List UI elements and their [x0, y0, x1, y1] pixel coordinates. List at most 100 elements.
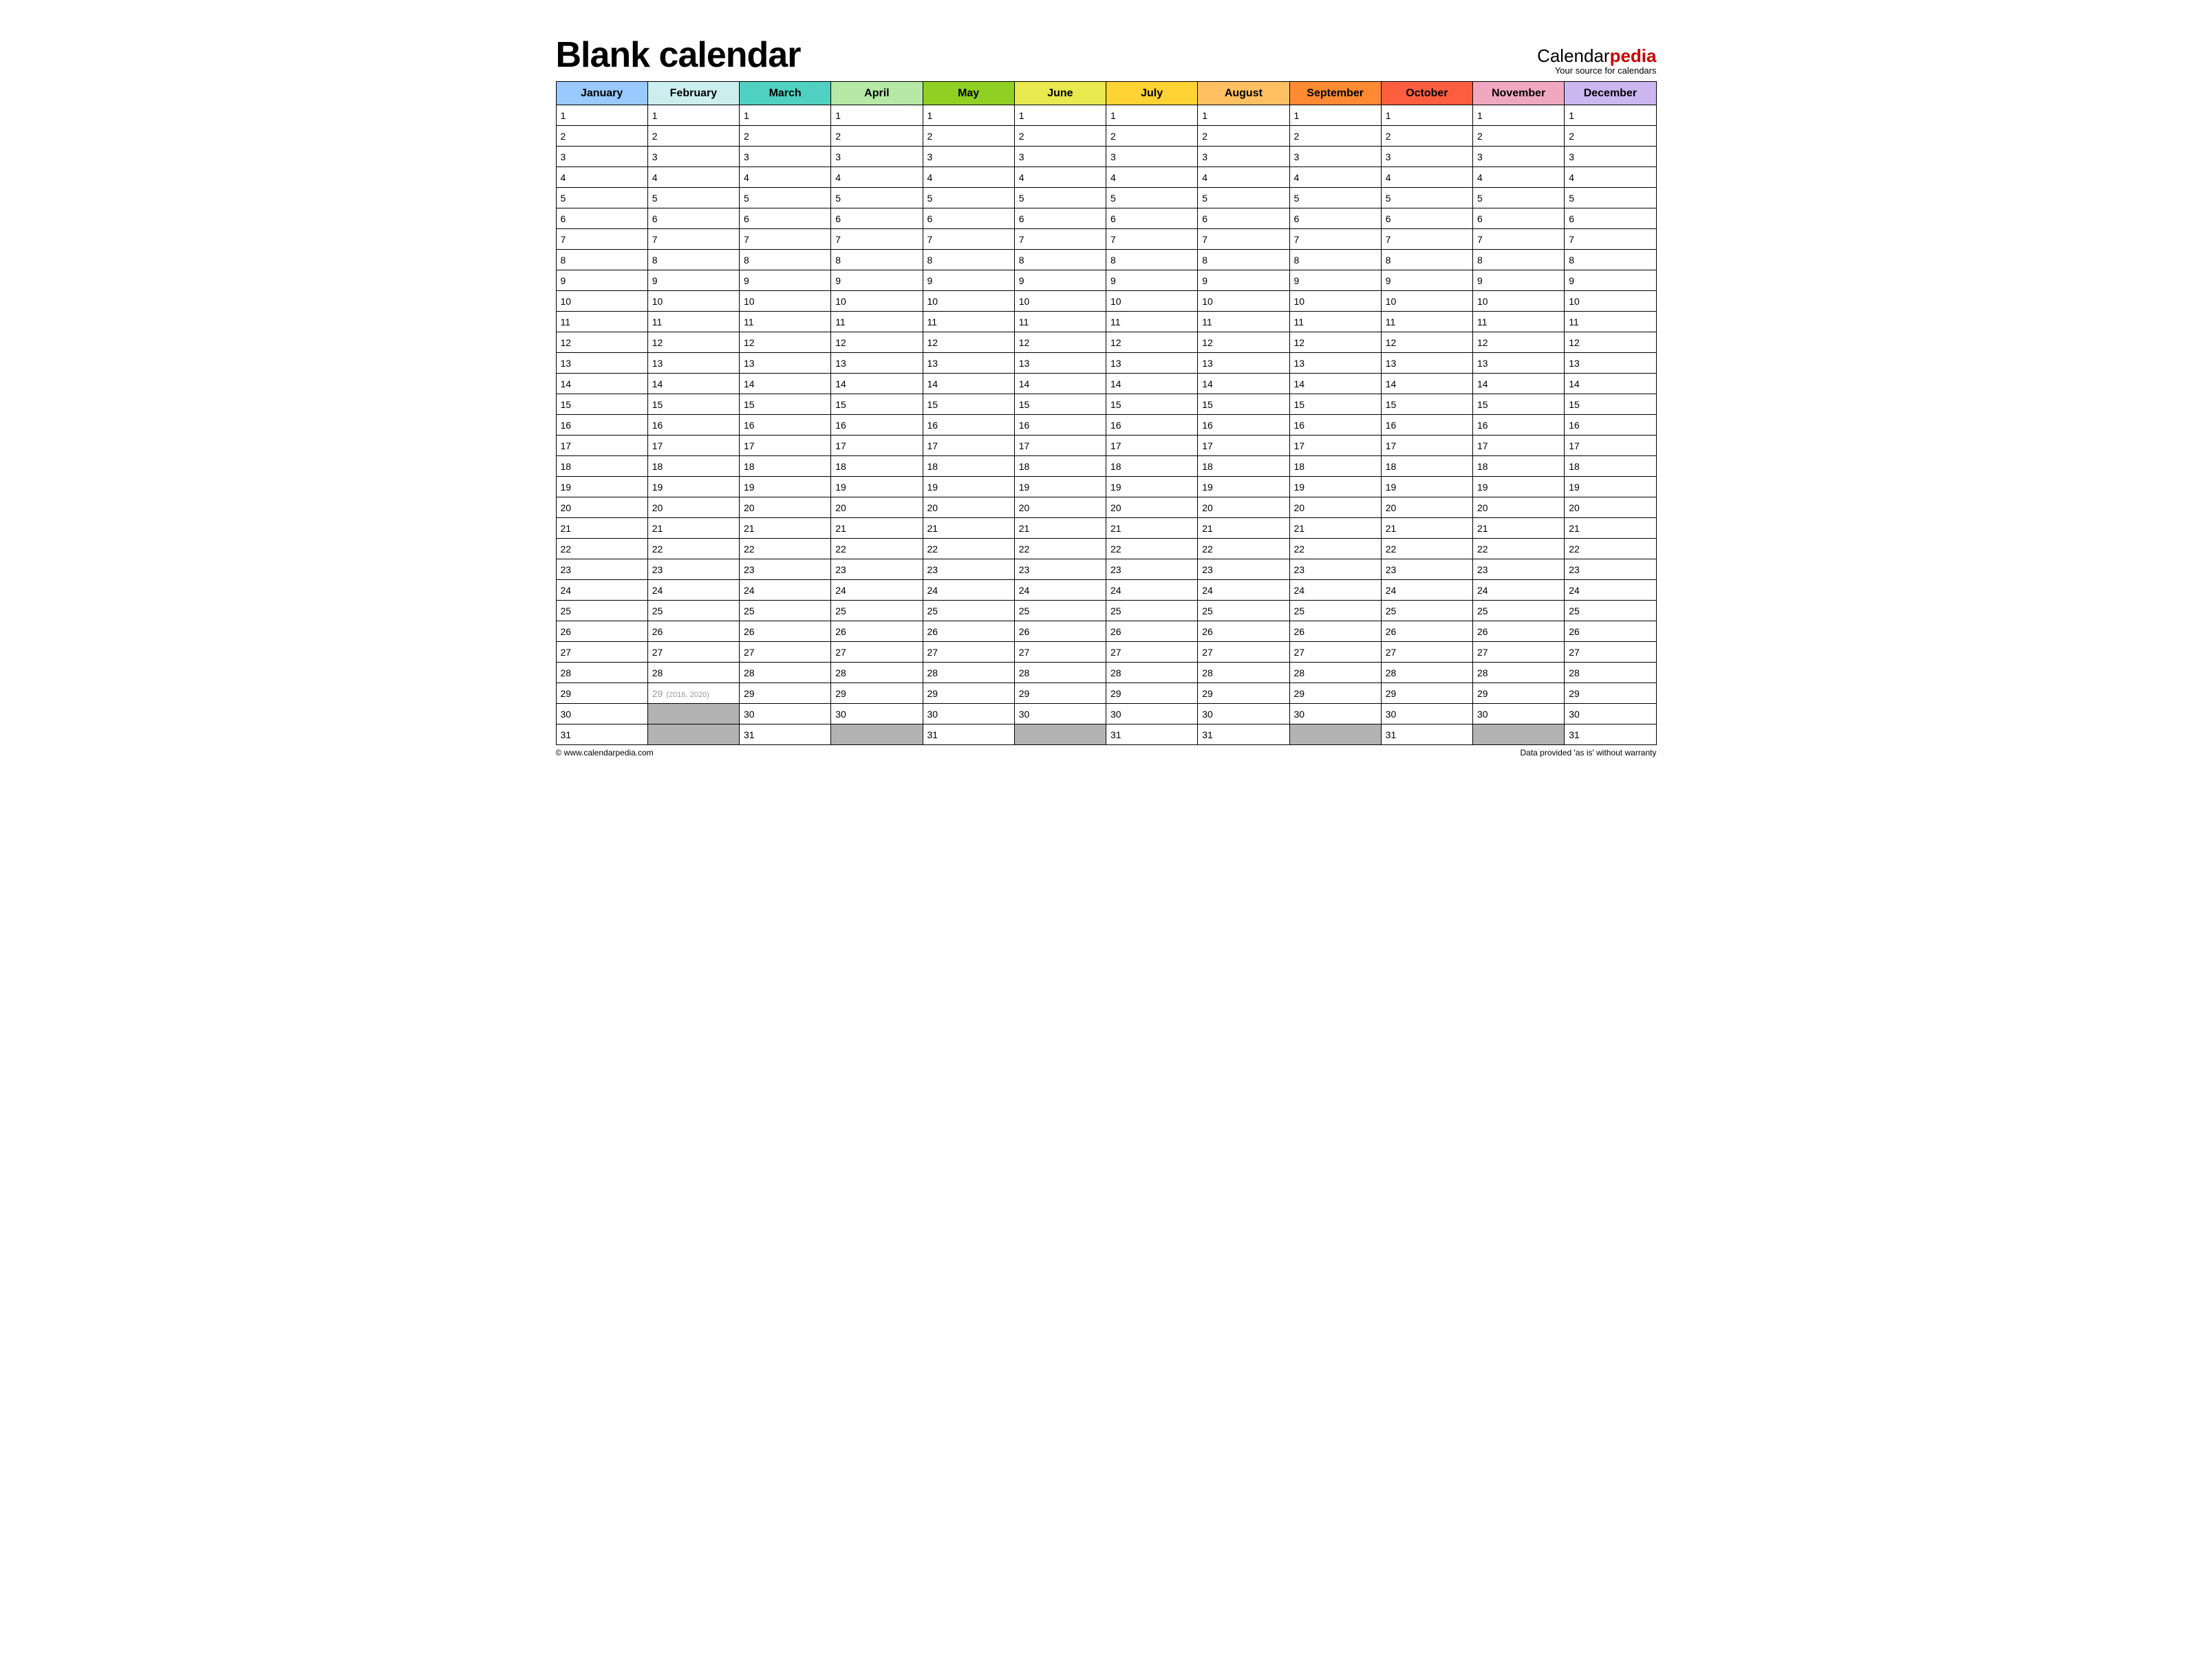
day-cell: 1: [1565, 105, 1656, 126]
day-cell: 24: [1198, 580, 1289, 601]
day-cell: 20: [923, 497, 1014, 518]
day-cell: 10: [923, 291, 1014, 312]
day-row: 171717171717171717171717: [556, 436, 1656, 456]
day-cell: 9: [1381, 270, 1472, 291]
day-cell: 6: [1198, 208, 1289, 229]
day-cell: 11: [1473, 312, 1565, 332]
day-cell: 19: [1289, 477, 1381, 497]
brand-name: Calendarpedia: [1537, 45, 1656, 67]
day-cell: 6: [1014, 208, 1106, 229]
day-cell: 21: [1565, 518, 1656, 539]
day-cell: 12: [831, 332, 923, 353]
month-header: October: [1381, 82, 1472, 105]
day-cell: 14: [831, 374, 923, 394]
day-cell: 6: [1106, 208, 1198, 229]
day-cell: 27: [740, 642, 831, 663]
day-cell: 8: [1014, 250, 1106, 270]
day-cell: 1: [1289, 105, 1381, 126]
day-row: 2929 (2016, 2020)29292929292929292929: [556, 683, 1656, 704]
day-cell: 28: [1381, 663, 1472, 683]
day-cell: 23: [831, 559, 923, 580]
day-cell: 1: [831, 105, 923, 126]
day-row: 333333333333: [556, 147, 1656, 167]
day-cell: 25: [1473, 601, 1565, 621]
brand-part1: Calendar: [1537, 45, 1610, 66]
day-cell: 19: [556, 477, 647, 497]
day-cell: 8: [1381, 250, 1472, 270]
day-row: 999999999999: [556, 270, 1656, 291]
day-cell: 23: [556, 559, 647, 580]
day-cell: 5: [831, 188, 923, 208]
day-cell: 3: [556, 147, 647, 167]
day-cell: 8: [831, 250, 923, 270]
day-cell: 8: [647, 250, 739, 270]
day-cell: 29: [1014, 683, 1106, 704]
day-cell: 3: [647, 147, 739, 167]
day-cell: 14: [1289, 374, 1381, 394]
day-cell: 18: [1381, 456, 1472, 477]
day-cell: 28: [923, 663, 1014, 683]
day-cell: 10: [1473, 291, 1565, 312]
month-header: August: [1198, 82, 1289, 105]
day-cell: 2: [1381, 126, 1472, 147]
day-cell: 18: [831, 456, 923, 477]
day-cell: 9: [556, 270, 647, 291]
day-cell: 9: [1106, 270, 1198, 291]
day-cell: 14: [923, 374, 1014, 394]
day-cell: 22: [831, 539, 923, 559]
day-cell: 22: [1565, 539, 1656, 559]
day-cell: 2: [1106, 126, 1198, 147]
day-row: 131313131313131313131313: [556, 353, 1656, 374]
day-cell: 20: [556, 497, 647, 518]
day-cell: 31: [740, 724, 831, 745]
day-cell: 10: [556, 291, 647, 312]
day-cell: 10: [1289, 291, 1381, 312]
day-cell: 22: [1473, 539, 1565, 559]
day-cell: 19: [740, 477, 831, 497]
day-cell: 14: [1565, 374, 1656, 394]
day-cell: 3: [831, 147, 923, 167]
day-row: 121212121212121212121212: [556, 332, 1656, 353]
day-cell: 26: [923, 621, 1014, 642]
day-cell: 19: [831, 477, 923, 497]
day-cell: 13: [923, 353, 1014, 374]
day-cell: 22: [1198, 539, 1289, 559]
day-cell: 20: [831, 497, 923, 518]
day-cell: 17: [1014, 436, 1106, 456]
day-cell: 24: [740, 580, 831, 601]
brand-tagline: Your source for calendars: [1537, 65, 1656, 76]
day-cell: 26: [831, 621, 923, 642]
day-cell: [1473, 724, 1565, 745]
day-cell: 20: [1565, 497, 1656, 518]
day-cell: 4: [740, 167, 831, 188]
day-row: 232323232323232323232323: [556, 559, 1656, 580]
day-cell: 21: [647, 518, 739, 539]
day-cell: 17: [831, 436, 923, 456]
day-cell: 9: [831, 270, 923, 291]
day-cell: 27: [1473, 642, 1565, 663]
day-cell: 1: [1381, 105, 1472, 126]
day-cell: 9: [1565, 270, 1656, 291]
day-cell: 11: [740, 312, 831, 332]
day-cell: 16: [923, 415, 1014, 436]
day-cell: 20: [1014, 497, 1106, 518]
day-cell: 10: [647, 291, 739, 312]
brand-block: Calendarpedia Your source for calendars: [1537, 45, 1656, 76]
day-cell: 14: [1381, 374, 1472, 394]
day-cell: 5: [1473, 188, 1565, 208]
day-cell: 20: [1289, 497, 1381, 518]
day-cell: 21: [1381, 518, 1472, 539]
day-cell: 19: [1198, 477, 1289, 497]
day-cell: 3: [1565, 147, 1656, 167]
day-cell: 3: [1198, 147, 1289, 167]
day-number: 29: [652, 688, 663, 699]
day-cell: 8: [1289, 250, 1381, 270]
day-cell: 12: [1381, 332, 1472, 353]
day-cell: 8: [556, 250, 647, 270]
day-cell: 16: [1381, 415, 1472, 436]
day-cell: 7: [1014, 229, 1106, 250]
day-cell: 6: [556, 208, 647, 229]
day-cell: 17: [923, 436, 1014, 456]
day-cell: 25: [647, 601, 739, 621]
day-cell: 12: [1473, 332, 1565, 353]
